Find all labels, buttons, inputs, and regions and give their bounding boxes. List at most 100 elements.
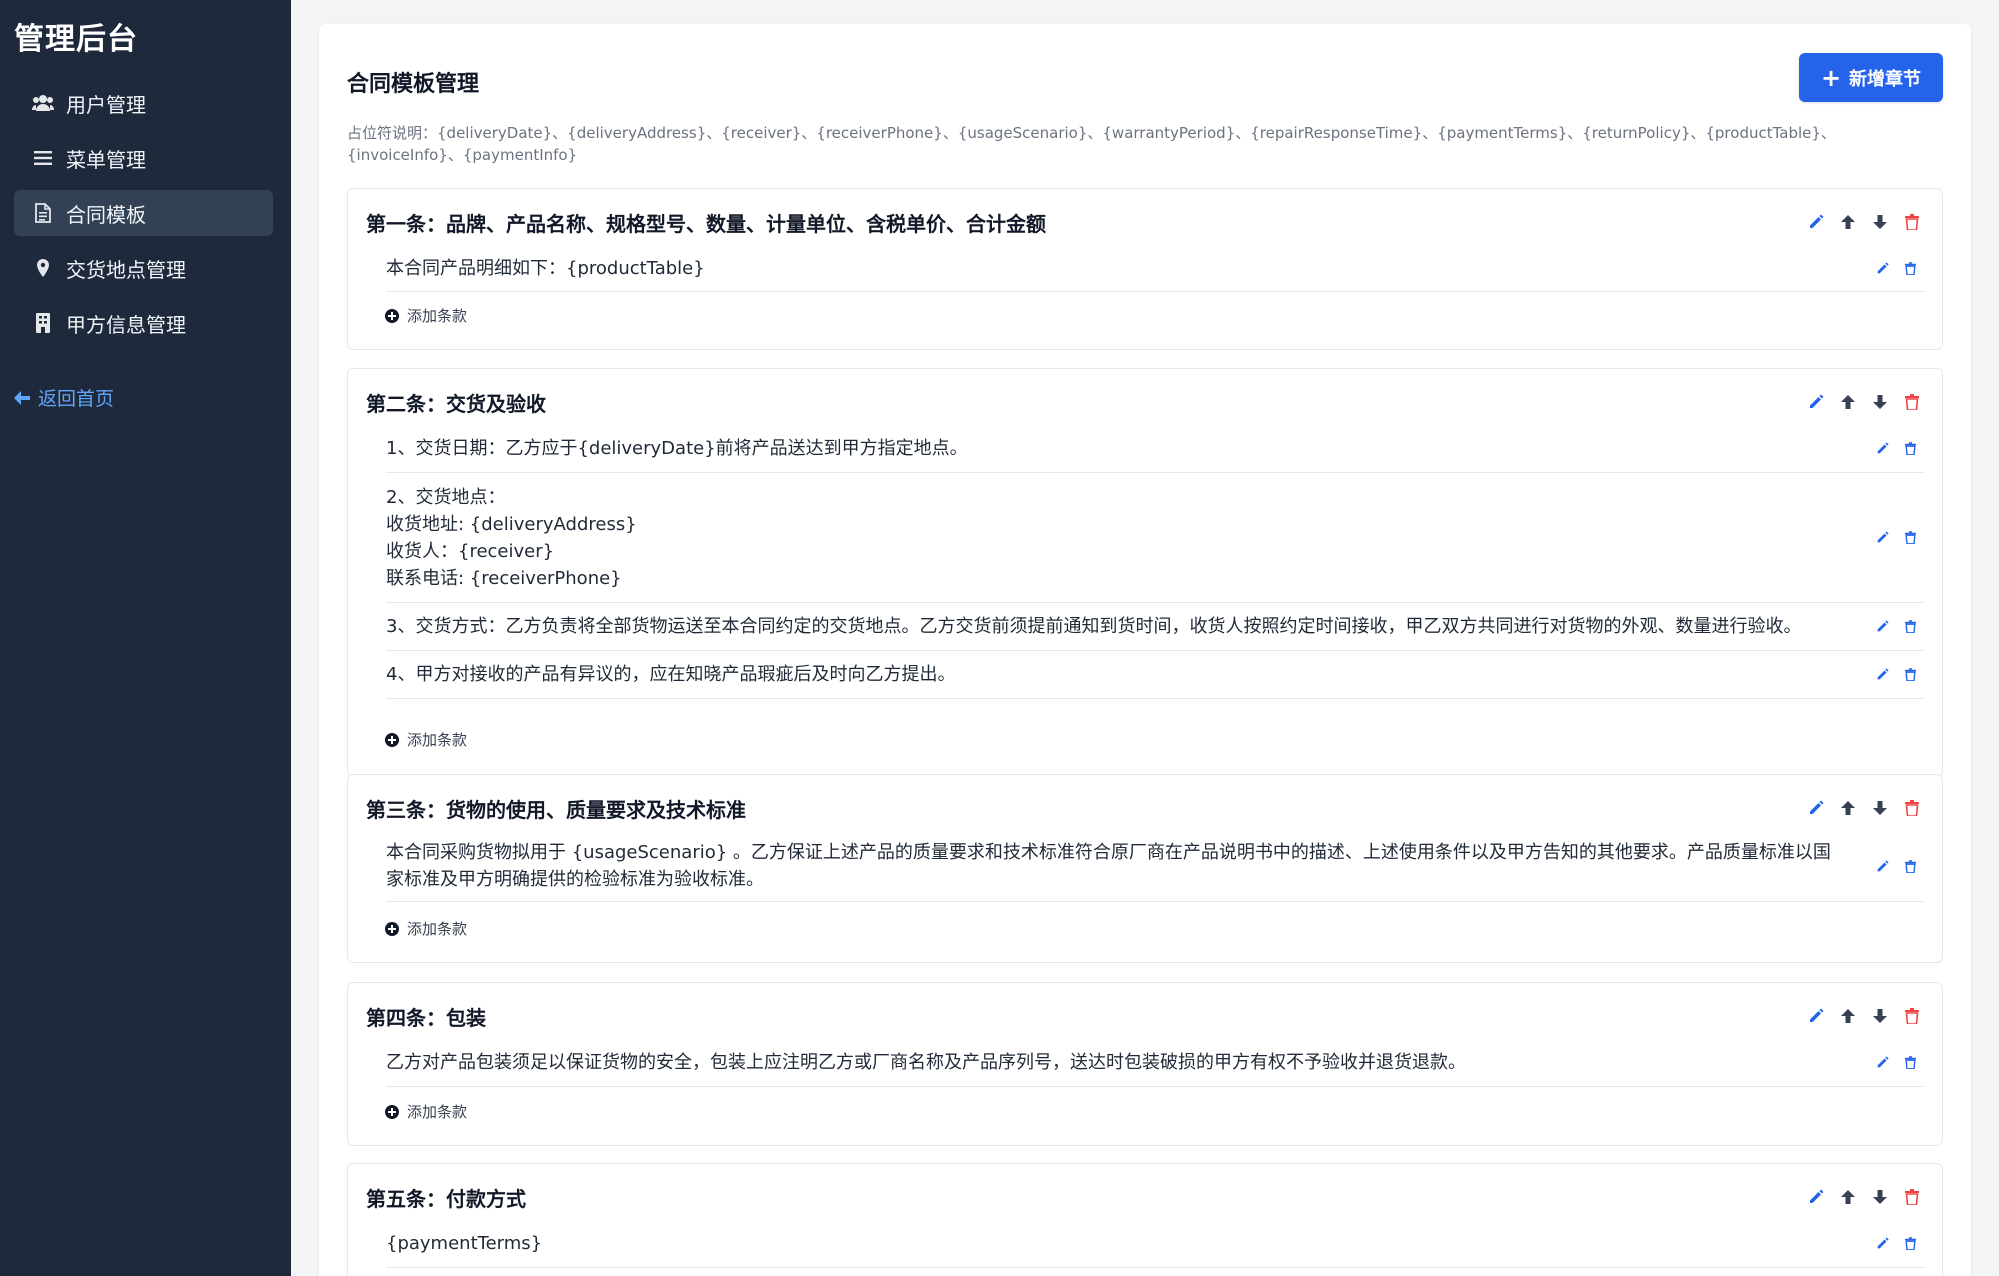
edit-clause-icon[interactable]	[1868, 442, 1896, 455]
sidebar-item-label: 用户管理	[66, 92, 146, 117]
delete-section-icon[interactable]	[1896, 800, 1928, 816]
move-down-icon[interactable]	[1864, 1008, 1896, 1024]
edit-clause-icon[interactable]	[1868, 620, 1896, 633]
document-icon	[30, 203, 56, 223]
building-icon	[30, 313, 56, 333]
delete-clause-icon[interactable]	[1896, 442, 1924, 455]
clause-actions	[1868, 620, 1924, 633]
section-header: 第一条：品牌、产品名称、规格型号、数量、计量单位、含税单价、合计金额	[366, 209, 1928, 236]
sidebar-item-label: 交货地点管理	[66, 257, 186, 282]
section-actions	[1800, 1189, 1928, 1205]
clause-list: 本合同采购货物拟用于 {usageScenario} 。乙方保证上述产品的质量要…	[386, 831, 1924, 902]
sidebar-item-label: 菜单管理	[66, 147, 146, 172]
clause-row: 3、交货方式：乙方负责将全部货物运送至本合同约定的交货地点。乙方交货前须提前通知…	[386, 603, 1924, 651]
delete-clause-icon[interactable]	[1896, 859, 1924, 873]
move-up-icon[interactable]	[1832, 1008, 1864, 1024]
sidebar-item-contract-templates[interactable]: 合同模板	[14, 190, 273, 236]
section-title: 第一条：品牌、产品名称、规格型号、数量、计量单位、含税单价、合计金额	[366, 211, 1046, 236]
delete-clause-icon[interactable]	[1896, 620, 1924, 633]
add-clause-label: 添加条款	[407, 307, 468, 325]
main-panel: 合同模板管理 + 新增章节 占位符说明：{deliveryDate}、{deli…	[319, 24, 1971, 1276]
clause-row: 2、交货地点： 收货地址: {deliveryAddress} 收货人：{rec…	[386, 473, 1924, 603]
delete-clause-icon[interactable]	[1896, 531, 1924, 544]
delete-clause-icon[interactable]	[1896, 668, 1924, 681]
section-title: 第三条：货物的使用、质量要求及技术标准	[366, 797, 746, 822]
add-clause-button[interactable]: 添加条款	[385, 305, 467, 326]
clause-list: 乙方对产品包装须足以保证货物的安全，包装上应注明乙方或厂商名称及产品序列号，送达…	[386, 1039, 1924, 1087]
edit-clause-icon[interactable]	[1868, 1056, 1896, 1069]
edit-clause-icon[interactable]	[1868, 531, 1896, 544]
move-down-icon[interactable]	[1864, 214, 1896, 230]
clause-row: 1、交货日期：乙方应于{deliveryDate}前将产品送达到甲方指定地点。	[386, 425, 1924, 473]
clause-actions	[1868, 1237, 1924, 1250]
clause-actions	[1868, 1056, 1924, 1069]
move-down-icon[interactable]	[1864, 394, 1896, 410]
clause-text: 3、交货方式：乙方负责将全部货物运送至本合同约定的交货地点。乙方交货前须提前通知…	[386, 616, 1802, 637]
sidebar-item-delivery-locations[interactable]: 交货地点管理	[14, 245, 273, 291]
delete-clause-icon[interactable]	[1896, 1237, 1924, 1250]
delete-section-icon[interactable]	[1896, 214, 1928, 230]
move-up-icon[interactable]	[1832, 214, 1864, 230]
sidebar-item-users[interactable]: 用户管理	[14, 80, 273, 126]
clause-row: 本合同采购货物拟用于 {usageScenario} 。乙方保证上述产品的质量要…	[386, 831, 1924, 902]
delete-section-icon[interactable]	[1896, 1008, 1928, 1024]
edit-section-icon[interactable]	[1800, 800, 1832, 816]
plus-circle-icon	[385, 732, 399, 747]
sidebar-item-menus[interactable]: 菜单管理	[14, 135, 273, 181]
add-clause-button[interactable]: 添加条款	[385, 918, 467, 939]
add-clause-button[interactable]: 添加条款	[385, 1101, 467, 1122]
clause-text: 4、甲方对接收的产品有异议的，应在知晓产品瑕疵后及时向乙方提出。	[386, 664, 956, 685]
section-card: 第二条：交货及验收 1、交货日期：乙方应于{deliveryDate}前将产品送…	[347, 368, 1943, 777]
back-home-link[interactable]: 返回首页	[14, 384, 114, 411]
section-header: 第五条：付款方式	[366, 1184, 1928, 1211]
edit-clause-icon[interactable]	[1868, 1237, 1896, 1250]
plus-circle-icon	[385, 921, 399, 936]
delete-clause-icon[interactable]	[1896, 261, 1924, 275]
clause-row: 乙方对产品包装须足以保证货物的安全，包装上应注明乙方或厂商名称及产品序列号，送达…	[386, 1039, 1924, 1087]
clause-list: 1、交货日期：乙方应于{deliveryDate}前将产品送达到甲方指定地点。 …	[386, 425, 1924, 699]
clause-row: 本合同产品明细如下：{productTable}	[386, 245, 1924, 292]
section-card: 第一条：品牌、产品名称、规格型号、数量、计量单位、含税单价、合计金额 本合同产品…	[347, 188, 1943, 350]
section-actions	[1800, 1008, 1928, 1024]
clause-text: 1、交货日期：乙方应于{deliveryDate}前将产品送达到甲方指定地点。	[386, 438, 968, 459]
clause-actions	[1868, 261, 1924, 275]
add-clause-label: 添加条款	[407, 1103, 468, 1121]
move-down-icon[interactable]	[1864, 1189, 1896, 1205]
map-pin-icon	[30, 259, 56, 277]
clause-text: {paymentTerms}	[386, 1233, 543, 1254]
add-clause-button[interactable]: 添加条款	[385, 729, 467, 750]
list-icon	[30, 151, 56, 165]
edit-section-icon[interactable]	[1800, 1008, 1832, 1024]
clause-row: {paymentTerms}	[386, 1220, 1924, 1268]
clause-text: 本合同产品明细如下：{productTable}	[386, 257, 705, 279]
delete-section-icon[interactable]	[1896, 1189, 1928, 1205]
section-card: 第三条：货物的使用、质量要求及技术标准 本合同采购货物拟用于 {usageSce…	[347, 774, 1943, 963]
section-header: 第三条：货物的使用、质量要求及技术标准	[366, 795, 1928, 822]
edit-clause-icon[interactable]	[1868, 668, 1896, 681]
clause-text: 本合同采购货物拟用于 {usageScenario} 。乙方保证上述产品的质量要…	[386, 842, 1831, 890]
delete-clause-icon[interactable]	[1896, 1056, 1924, 1069]
add-section-button[interactable]: + 新增章节	[1799, 53, 1943, 102]
edit-clause-icon[interactable]	[1868, 859, 1896, 873]
sidebar-item-party-a-info[interactable]: 甲方信息管理	[14, 300, 273, 346]
placeholder-note: 占位符说明：{deliveryDate}、{deliveryAddress}、{…	[347, 124, 1836, 164]
delete-section-icon[interactable]	[1896, 394, 1928, 410]
section-card: 第五条：付款方式 {paymentTerms}	[347, 1163, 1943, 1276]
clause-actions	[1868, 531, 1924, 544]
section-header: 第四条：包装	[366, 1003, 1928, 1030]
section-actions	[1800, 800, 1928, 816]
sidebar-item-label: 合同模板	[66, 202, 146, 227]
section-actions	[1800, 214, 1928, 230]
users-icon	[30, 94, 56, 112]
move-up-icon[interactable]	[1832, 1189, 1864, 1205]
move-down-icon[interactable]	[1864, 800, 1896, 816]
edit-section-icon[interactable]	[1800, 1189, 1832, 1205]
section-title: 第四条：包装	[366, 1005, 486, 1030]
clause-list: 本合同产品明细如下：{productTable}	[386, 245, 1924, 292]
clause-actions	[1868, 668, 1924, 681]
edit-section-icon[interactable]	[1800, 394, 1832, 410]
move-up-icon[interactable]	[1832, 394, 1864, 410]
edit-section-icon[interactable]	[1800, 214, 1832, 230]
move-up-icon[interactable]	[1832, 800, 1864, 816]
edit-clause-icon[interactable]	[1868, 261, 1896, 275]
